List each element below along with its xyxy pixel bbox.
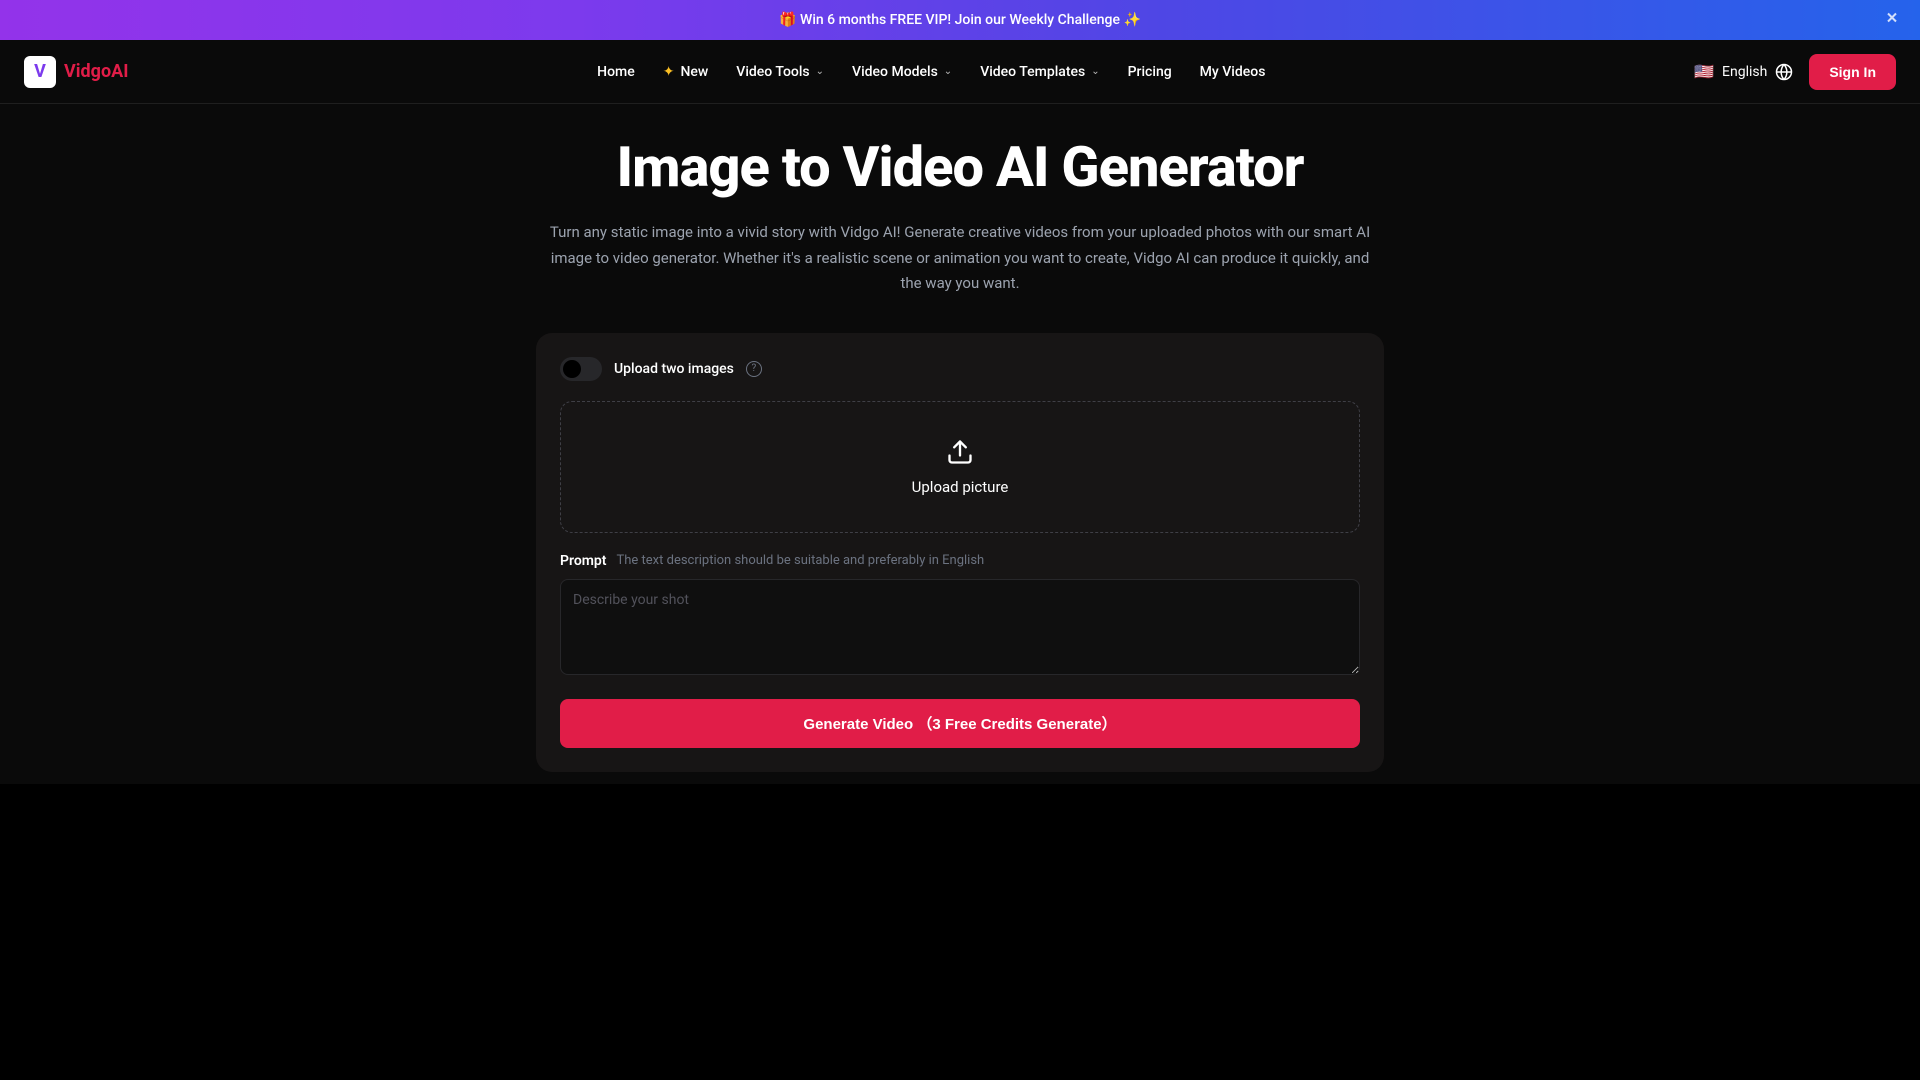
nav-my-videos[interactable]: My Videos xyxy=(1200,64,1266,80)
logo-icon: V xyxy=(24,56,56,88)
banner-close-button[interactable] xyxy=(1884,10,1900,31)
upload-text: Upload picture xyxy=(912,478,1009,496)
main-content: Image to Video AI Generator Turn any sta… xyxy=(0,104,1920,772)
page-description: Turn any static image into a vivid story… xyxy=(540,220,1380,297)
prompt-label-row: Prompt The text description should be su… xyxy=(560,553,1360,569)
toggle-label: Upload two images xyxy=(614,361,734,377)
nav-video-models[interactable]: Video Models ⌄ xyxy=(852,64,952,80)
nav-menu: Home ✦ New Video Tools ⌄ Video Models ⌄ … xyxy=(168,64,1694,80)
generate-button[interactable]: Generate Video （3 Free Credits Generate） xyxy=(560,699,1360,748)
nav-pricing[interactable]: Pricing xyxy=(1128,64,1172,80)
page-title: Image to Video AI Generator xyxy=(617,134,1304,200)
help-icon[interactable]: ? xyxy=(746,361,762,377)
chevron-down-icon: ⌄ xyxy=(944,66,952,77)
globe-icon xyxy=(1775,63,1793,81)
nav-new[interactable]: ✦ New xyxy=(663,64,709,80)
nav-right: 🇺🇸 English Sign In xyxy=(1694,54,1896,90)
nav-home[interactable]: Home xyxy=(597,64,635,80)
toggle-knob xyxy=(563,360,581,378)
chevron-down-icon: ⌄ xyxy=(1091,66,1099,77)
generator-card: Upload two images ? Upload picture Promp… xyxy=(536,333,1384,772)
banner-text: 🎁 Win 6 months FREE VIP! Join our Weekly… xyxy=(779,12,1141,28)
bottom-section xyxy=(0,784,1920,1080)
navbar: V VidgoAI Home ✦ New Video Tools ⌄ Video… xyxy=(0,40,1920,104)
chevron-down-icon: ⌄ xyxy=(816,66,824,77)
toggle-row: Upload two images ? xyxy=(560,357,1360,381)
upload-icon xyxy=(946,438,974,466)
nav-video-templates[interactable]: Video Templates ⌄ xyxy=(980,64,1099,80)
promo-banner[interactable]: 🎁 Win 6 months FREE VIP! Join our Weekly… xyxy=(0,0,1920,40)
language-selector[interactable]: 🇺🇸 English xyxy=(1694,62,1793,81)
flag-icon: 🇺🇸 xyxy=(1694,62,1714,81)
upload-two-toggle[interactable] xyxy=(560,357,602,381)
signin-button[interactable]: Sign In xyxy=(1809,54,1896,90)
close-icon xyxy=(1884,10,1900,26)
nav-video-tools[interactable]: Video Tools ⌄ xyxy=(736,64,824,80)
prompt-textarea[interactable] xyxy=(560,579,1360,675)
sparkle-icon: ✦ xyxy=(663,64,675,80)
prompt-hint: The text description should be suitable … xyxy=(617,553,985,568)
logo[interactable]: V VidgoAI xyxy=(24,56,128,88)
logo-text: VidgoAI xyxy=(64,61,128,82)
prompt-label: Prompt xyxy=(560,553,607,569)
upload-area[interactable]: Upload picture xyxy=(560,401,1360,533)
